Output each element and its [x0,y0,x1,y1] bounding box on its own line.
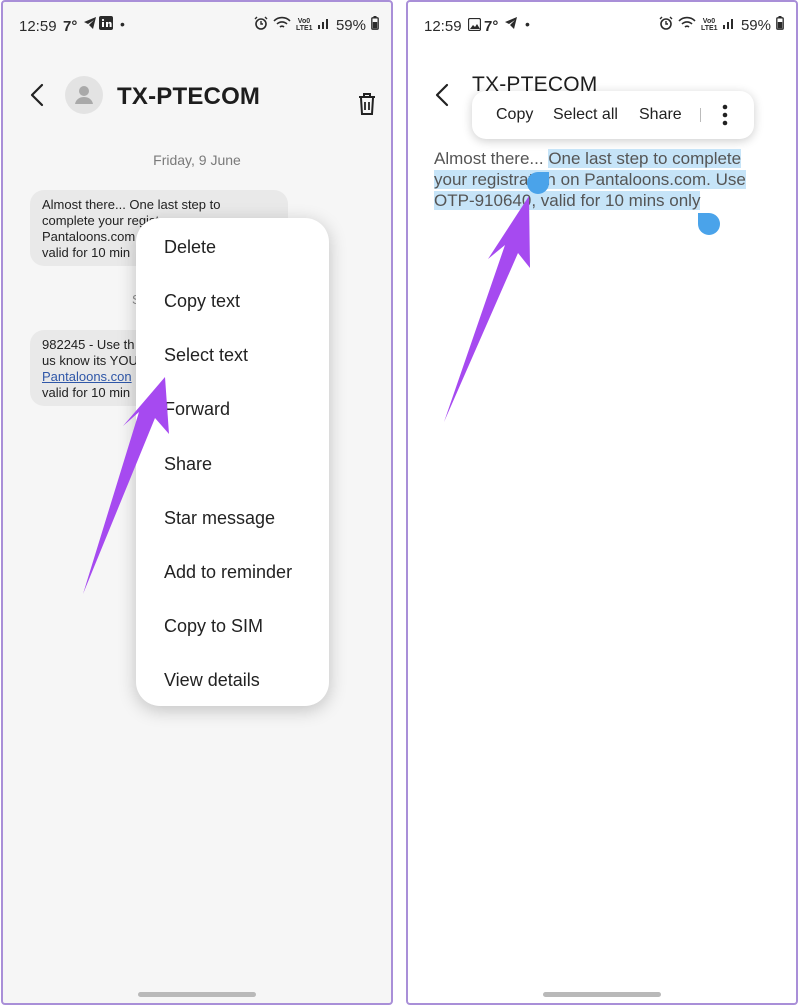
left-phone-screen: 12:59 7° • Vo0 LTE1 59% TX-PTECOM Friday… [1,0,393,1005]
home-indicator[interactable] [138,992,256,997]
annotation-arrow [83,377,169,594]
annotation-arrow [444,196,530,422]
home-indicator[interactable] [543,992,661,997]
right-phone-screen: 12:59 7° • Vo0 LTE1 59% TX-PTECOM Copy S… [406,0,798,1005]
